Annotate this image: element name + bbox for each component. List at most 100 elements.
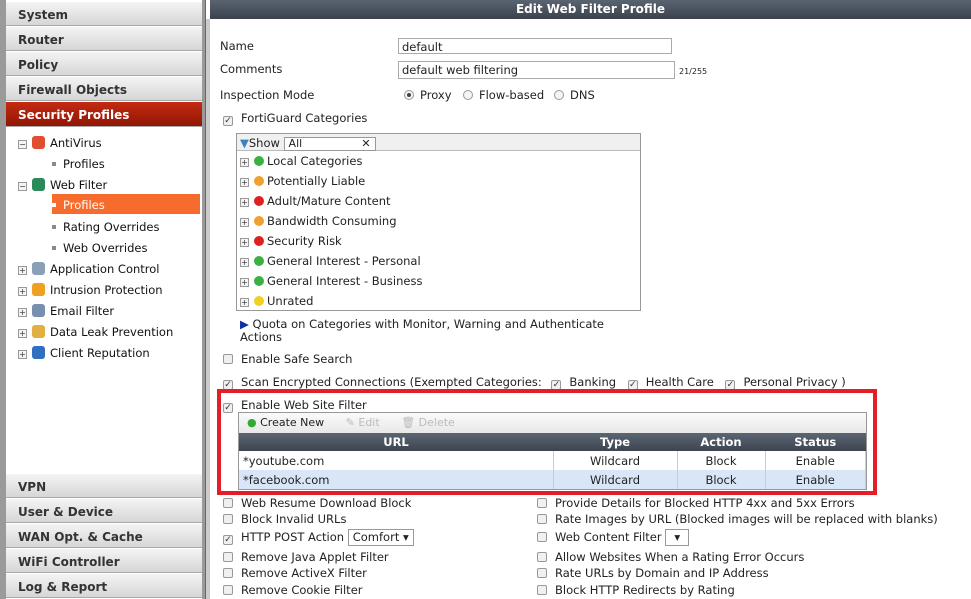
mode-flow-based[interactable]: Flow-based xyxy=(463,88,544,102)
category-row[interactable]: + Unrated xyxy=(237,291,640,311)
expand-icon[interactable]: + xyxy=(240,178,249,187)
edit-button[interactable]: ✎ Edit xyxy=(346,416,380,429)
col-type[interactable]: Type xyxy=(553,433,677,451)
nav-wan-opt[interactable]: WAN Opt. & Cache xyxy=(6,524,202,548)
tree-email-filter[interactable]: + Email Filter xyxy=(18,304,114,318)
show-filter-select[interactable]: All ✕ xyxy=(283,136,376,151)
tree-web-filter-profiles[interactable]: Profiles xyxy=(52,194,200,214)
option-checkbox[interactable]: Rate Images by URL (Blocked images will … xyxy=(537,512,938,526)
expand-icon[interactable]: + xyxy=(240,278,249,287)
option-checkbox[interactable]: Provide Details for Blocked HTTP 4xx and… xyxy=(537,496,855,510)
nav-router[interactable]: Router xyxy=(6,27,202,51)
show-label[interactable]: Show xyxy=(249,136,280,150)
safe-search-checkbox[interactable]: Enable Safe Search xyxy=(223,352,352,366)
nav-user-device[interactable]: User & Device xyxy=(6,499,202,523)
tree-web-overrides[interactable]: Web Overrides xyxy=(52,241,147,255)
table-row[interactable]: *facebook.com Wildcard Block Enable xyxy=(239,470,866,489)
col-url[interactable]: URL xyxy=(239,433,553,451)
post-action-select[interactable]: Comfort ▾ xyxy=(347,529,414,546)
expand-icon[interactable]: + xyxy=(240,198,249,207)
delete-button[interactable]: 🗑 Delete xyxy=(401,416,455,429)
cell-type: Wildcard xyxy=(553,451,678,470)
tree-client-reputation[interactable]: + Client Reputation xyxy=(18,346,150,360)
nav-wifi-controller[interactable]: WiFi Controller xyxy=(6,549,202,573)
page-title: Edit Web Filter Profile xyxy=(210,0,971,19)
select-value: Comfort xyxy=(352,530,400,544)
expand-icon[interactable]: + xyxy=(240,158,249,167)
option-checkbox[interactable]: Block Invalid URLs xyxy=(223,512,346,526)
checkbox-label: Rate Images by URL (Blocked images will … xyxy=(555,512,938,526)
option-checkbox[interactable]: Remove Cookie Filter xyxy=(223,583,363,597)
option-checkbox[interactable]: Block HTTP Redirects by Rating xyxy=(537,583,735,597)
category-row[interactable]: + Security Risk xyxy=(237,231,640,251)
name-input[interactable]: default xyxy=(398,38,672,54)
option-checkbox[interactable]: Remove Java Applet Filter xyxy=(223,550,389,564)
nav-system[interactable]: System xyxy=(6,2,202,26)
radio[interactable] xyxy=(463,90,473,100)
mode-proxy[interactable]: Proxy xyxy=(404,88,452,102)
category-row[interactable]: + Potentially Liable xyxy=(237,171,640,191)
category-row[interactable]: + Adult/Mature Content xyxy=(237,191,640,211)
tree-web-filter[interactable]: − Web Filter xyxy=(18,178,107,192)
category-row[interactable]: + General Interest - Business xyxy=(237,271,640,291)
expand-icon[interactable]: + xyxy=(240,298,249,307)
tree-application-control[interactable]: + Application Control xyxy=(18,262,159,276)
col-status[interactable]: Status xyxy=(765,433,866,451)
nav-policy[interactable]: Policy xyxy=(6,52,202,76)
checkbox-label: Rate URLs by Domain and IP Address xyxy=(555,566,769,580)
close-icon[interactable]: ✕ xyxy=(361,137,370,150)
filter-icon: ▼ xyxy=(240,136,249,150)
option-checkbox[interactable]: Remove ActiveX Filter xyxy=(223,566,367,580)
categories-list: ▼Show All ✕ + Local Categories + Potentially… xyxy=(236,133,641,311)
create-new-button[interactable]: ● Create New xyxy=(247,416,324,429)
radio-label: Flow-based xyxy=(479,88,545,102)
category-label: Bandwidth Consuming xyxy=(267,214,397,228)
nav-firewall-objects[interactable]: Firewall Objects xyxy=(6,77,202,101)
expand-icon[interactable]: + xyxy=(240,238,249,247)
web-site-filter-checkbox[interactable]: ✓ Enable Web Site Filter xyxy=(223,398,367,413)
web-content-filter-select[interactable]: ▾ xyxy=(665,529,690,546)
comments-label: Comments xyxy=(220,62,283,76)
option-checkbox[interactable]: Web Resume Download Block xyxy=(223,496,411,510)
nav-log-report[interactable]: Log & Report xyxy=(6,574,202,598)
comments-input[interactable]: default web filtering xyxy=(398,61,675,79)
quota-toggle[interactable]: ▶ Quota on Categories with Monitor, Warn… xyxy=(240,318,620,344)
option-checkbox[interactable]: Rate URLs by Domain and IP Address xyxy=(537,566,769,580)
exempt-health-care[interactable]: ✓ Health Care xyxy=(627,375,714,390)
checkbox-label: Scan Encrypted Connections (Exempted Cat… xyxy=(241,375,542,389)
option-checkbox[interactable]: ✓ HTTP POST Action Comfort ▾ xyxy=(223,529,414,546)
tree-intrusion-protection[interactable]: + Intrusion Protection xyxy=(18,283,163,297)
table-toolbar: ● Create New ✎ Edit 🗑 Delete xyxy=(239,413,866,433)
radio[interactable] xyxy=(554,90,564,100)
tree-label: Web Filter xyxy=(50,178,108,192)
option-checkbox[interactable]: Allow Websites When a Rating Error Occur… xyxy=(537,550,804,564)
option-checkbox[interactable]: Web Content Filter ▾ xyxy=(537,529,690,546)
nav-vpn[interactable]: VPN xyxy=(6,474,202,498)
category-row[interactable]: + Bandwidth Consuming xyxy=(237,211,640,231)
tree-data-leak-prevention[interactable]: + Data Leak Prevention xyxy=(18,325,173,339)
cell-status: Enable xyxy=(765,451,866,470)
tree-antivirus-profiles[interactable]: Profiles xyxy=(52,157,105,171)
table-row[interactable]: *youtube.com Wildcard Block Enable xyxy=(239,451,866,470)
tree-label: AntiVirus xyxy=(50,136,102,150)
button-label: Delete xyxy=(418,416,455,429)
fortiguard-checkbox[interactable]: ✓ FortiGuard Categories xyxy=(223,111,367,126)
expand-icon[interactable]: + xyxy=(240,218,249,227)
category-status-icon xyxy=(254,296,264,306)
show-value: All xyxy=(288,136,303,150)
comments-count: 21/255 xyxy=(679,67,708,76)
checkbox-label: Banking xyxy=(569,375,617,389)
nav-security-profiles[interactable]: Security Profiles xyxy=(6,102,202,127)
exempt-personal-privacy[interactable]: ✓ Personal Privacy ) xyxy=(725,375,846,390)
mode-dns[interactable]: DNS xyxy=(554,88,595,102)
checkbox-label: Remove Java Applet Filter xyxy=(241,550,389,564)
exempt-banking[interactable]: ✓ Banking xyxy=(551,375,617,390)
tree-antivirus[interactable]: − AntiVirus xyxy=(18,136,102,150)
radio[interactable] xyxy=(404,90,414,100)
scan-encrypted-checkbox[interactable]: ✓ Scan Encrypted Connections (Exempted Ca… xyxy=(223,375,846,390)
tree-rating-overrides[interactable]: Rating Overrides xyxy=(52,220,159,234)
expand-icon[interactable]: + xyxy=(240,258,249,267)
category-row[interactable]: + Local Categories xyxy=(237,151,640,171)
col-action[interactable]: Action xyxy=(677,433,765,451)
category-row[interactable]: + General Interest - Personal xyxy=(237,251,640,271)
